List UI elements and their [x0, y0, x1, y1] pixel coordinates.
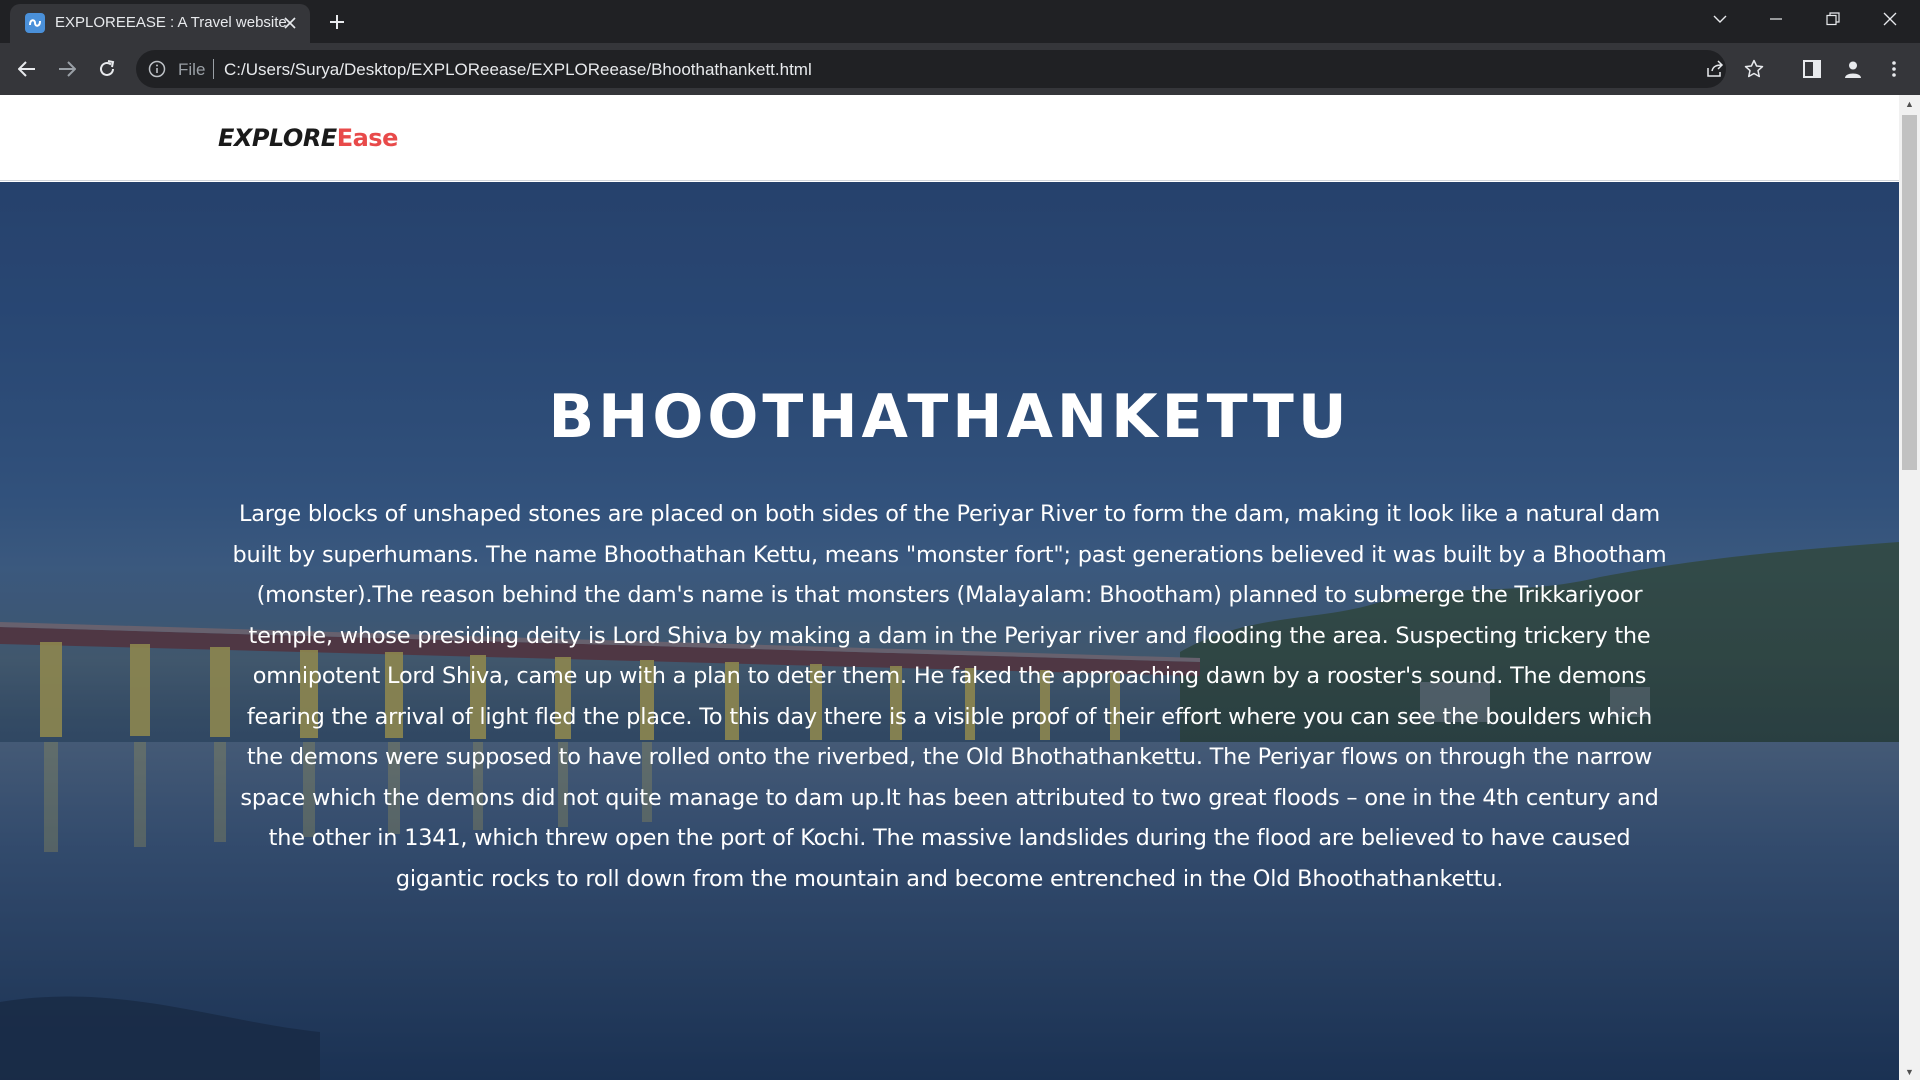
scrollbar-thumb[interactable] — [1902, 115, 1917, 470]
logo-explore: EXPLORE — [218, 124, 337, 152]
address-bar[interactable]: File C:/Users/Surya/Desktop/EXPLOReease/… — [136, 50, 1764, 88]
star-icon[interactable] — [1744, 59, 1764, 79]
restore-icon[interactable] — [1805, 0, 1861, 38]
scroll-up-arrow-icon[interactable]: ▲ — [1899, 95, 1920, 112]
place-description: Large blocks of unshaped stones are plac… — [232, 501, 1667, 892]
new-tab-plus-icon[interactable] — [324, 9, 350, 35]
hero-section: BHOOTHATHANKETTU Large blocks of unshape… — [0, 182, 1899, 1080]
tab-search-chevron-icon[interactable] — [1692, 0, 1748, 38]
vertical-scrollbar[interactable]: ▲ ▼ — [1899, 95, 1920, 1080]
site-logo[interactable]: EXPLOREEase — [218, 124, 398, 152]
browser-toolbar: File C:/Users/Surya/Desktop/EXPLOReease/… — [0, 43, 1920, 95]
tab-title: EXPLOREEASE : A Travel website — [55, 14, 287, 31]
scroll-down-arrow-icon[interactable]: ▼ — [1899, 1063, 1920, 1080]
tab-strip: EXPLOREEASE : A Travel website — [0, 0, 1920, 43]
reload-icon[interactable] — [93, 55, 121, 83]
omnibox-divider — [213, 59, 214, 79]
side-panel-icon[interactable] — [1799, 56, 1825, 82]
site-favicon-icon — [25, 13, 45, 33]
page-viewport: EXPLOREEase BHOOTHATHANKETTU Large block… — [0, 95, 1920, 1080]
url-text[interactable]: C:/Users/Surya/Desktop/EXPLOReease/EXPLO… — [224, 60, 812, 80]
profile-icon[interactable] — [1840, 56, 1866, 82]
logo-ease: Ease — [336, 124, 399, 152]
site-header: EXPLOREEase — [0, 95, 1899, 181]
close-window-icon[interactable] — [1862, 0, 1918, 38]
url-scheme-label: File — [178, 60, 206, 79]
kebab-menu-icon[interactable] — [1881, 56, 1907, 82]
browser-tab[interactable]: EXPLOREEASE : A Travel website — [10, 4, 310, 43]
share-icon[interactable] — [1705, 59, 1725, 79]
tab-close-icon[interactable] — [280, 13, 300, 33]
back-arrow-icon[interactable] — [13, 55, 41, 83]
info-icon[interactable] — [148, 60, 166, 78]
page-title: BHOOTHATHANKETTU — [548, 382, 1351, 452]
minimize-icon[interactable] — [1748, 0, 1804, 38]
forward-arrow-icon[interactable] — [53, 55, 81, 83]
